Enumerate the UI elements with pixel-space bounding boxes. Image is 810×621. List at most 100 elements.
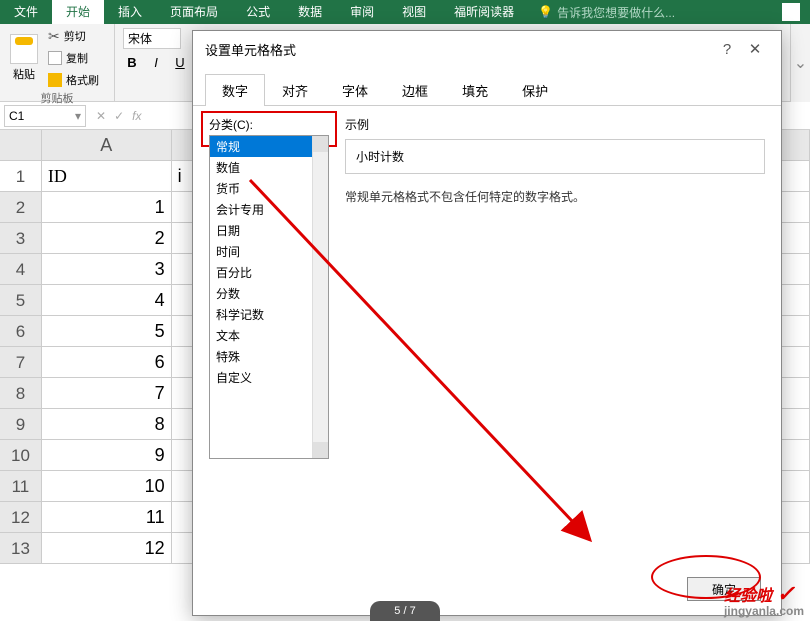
chevron-down-icon: ⌄ [794, 53, 807, 73]
cell[interactable]: 3 [42, 254, 172, 285]
name-box-value: C1 [9, 109, 24, 123]
sample-value: 小时计数 [345, 139, 765, 174]
cut-button[interactable]: ✂ 剪切 [48, 26, 99, 46]
cut-label: 剪切 [64, 28, 86, 44]
row-header[interactable]: 4 [0, 254, 42, 285]
cell[interactable]: ID [42, 161, 172, 192]
category-item[interactable]: 百分比 [210, 262, 328, 283]
format-cells-dialog: 设置单元格格式 ? ✕ 数字 对齐 字体 边框 填充 保护 分类(C): 常规数… [192, 30, 782, 616]
cell[interactable]: 1 [42, 192, 172, 223]
cell[interactable]: 11 [42, 502, 172, 533]
paste-label: 粘贴 [13, 66, 35, 82]
font-name-select[interactable]: 宋体 [123, 28, 181, 49]
category-item[interactable]: 日期 [210, 220, 328, 241]
row-header[interactable]: 7 [0, 347, 42, 378]
fx-confirm[interactable]: ✓ [114, 109, 124, 123]
tab-protection[interactable]: 保护 [505, 74, 565, 106]
category-item[interactable]: 自定义 [210, 367, 328, 388]
fx-button[interactable]: fx [132, 109, 141, 123]
tab-foxit[interactable]: 福昕阅读器 [440, 0, 528, 24]
tab-review[interactable]: 审阅 [336, 0, 388, 24]
tab-fill[interactable]: 填充 [445, 74, 505, 106]
cell[interactable]: 4 [42, 285, 172, 316]
tab-file[interactable]: 文件 [0, 0, 52, 24]
fx-cancel[interactable]: ✕ [96, 109, 106, 123]
scrollbar[interactable] [312, 136, 328, 458]
category-item[interactable]: 货币 [210, 178, 328, 199]
category-item[interactable]: 时间 [210, 241, 328, 262]
row-header[interactable]: 10 [0, 440, 42, 471]
select-all-corner[interactable] [0, 130, 42, 161]
category-item[interactable]: 会计专用 [210, 199, 328, 220]
tab-border[interactable]: 边框 [385, 74, 445, 106]
category-list[interactable]: 常规数值货币会计专用日期时间百分比分数科学记数文本特殊自定义 [209, 135, 329, 459]
bulb-icon: 💡 [538, 5, 553, 19]
help-button[interactable]: ? [713, 41, 741, 58]
tell-me-text: 告诉我您想要做什么... [557, 4, 675, 21]
ribbon-collapse[interactable] [782, 3, 810, 21]
category-item[interactable]: 文本 [210, 325, 328, 346]
watermark-url: jingyanla.com [724, 607, 804, 617]
row-header[interactable]: 13 [0, 533, 42, 564]
scissors-icon: ✂ [48, 28, 60, 45]
watermark: 经验啦 ✓ jingyanla.com [724, 581, 804, 617]
underline-button[interactable]: U [171, 53, 189, 71]
cell[interactable]: 2 [42, 223, 172, 254]
row-header[interactable]: 2 [0, 192, 42, 223]
cell[interactable]: 8 [42, 409, 172, 440]
paste-button[interactable]: 粘贴 [4, 26, 44, 90]
tab-view[interactable]: 视图 [388, 0, 440, 24]
copy-button[interactable]: 复制 [48, 48, 99, 68]
row-header[interactable]: 6 [0, 316, 42, 347]
tab-page-layout[interactable]: 页面布局 [156, 0, 232, 24]
row-header[interactable]: 3 [0, 223, 42, 254]
chevron-down-icon: ▾ [75, 109, 81, 123]
tab-data[interactable]: 数据 [284, 0, 336, 24]
tell-me[interactable]: 💡 告诉我您想要做什么... [528, 4, 675, 21]
cell[interactable]: 6 [42, 347, 172, 378]
cell[interactable]: 5 [42, 316, 172, 347]
category-item[interactable]: 特殊 [210, 346, 328, 367]
row-header[interactable]: 5 [0, 285, 42, 316]
name-box[interactable]: C1 ▾ [4, 105, 86, 127]
font-group: 宋体 B I U [115, 24, 197, 101]
clipboard-group: 粘贴 ✂ 剪切 复制 格式刷 剪贴板 [0, 24, 115, 101]
copy-label: 复制 [66, 50, 88, 66]
brush-icon [48, 73, 62, 87]
tab-number[interactable]: 数字 [205, 74, 265, 106]
bold-button[interactable]: B [123, 53, 141, 71]
ribbon-expand[interactable]: ⌄ [790, 24, 810, 102]
format-description: 常规单元格格式不包含任何特定的数字格式。 [345, 188, 765, 205]
tab-font[interactable]: 字体 [325, 74, 385, 106]
category-item[interactable]: 常规 [210, 136, 328, 157]
cell[interactable]: 12 [42, 533, 172, 564]
cell[interactable]: 10 [42, 471, 172, 502]
tab-insert[interactable]: 插入 [104, 0, 156, 24]
dialog-titlebar[interactable]: 设置单元格格式 ? ✕ [193, 31, 781, 67]
category-item[interactable]: 数值 [210, 157, 328, 178]
row-header[interactable]: 11 [0, 471, 42, 502]
cell[interactable]: 7 [42, 378, 172, 409]
italic-button[interactable]: I [147, 53, 165, 71]
row-header[interactable]: 12 [0, 502, 42, 533]
row-header[interactable]: 1 [0, 161, 42, 192]
tab-home[interactable]: 开始 [52, 0, 104, 24]
category-item[interactable]: 分数 [210, 283, 328, 304]
ribbon-tabs: 文件 开始 插入 页面布局 公式 数据 审阅 视图 福昕阅读器 💡 告诉我您想要… [0, 0, 810, 24]
close-button[interactable]: ✕ [741, 40, 769, 58]
copy-icon [48, 51, 62, 65]
dialog-title: 设置单元格格式 [205, 40, 713, 59]
tab-formulas[interactable]: 公式 [232, 0, 284, 24]
row-header[interactable]: 9 [0, 409, 42, 440]
format-painter-button[interactable]: 格式刷 [48, 70, 99, 90]
check-icon: ✓ [776, 581, 794, 606]
category-item[interactable]: 科学记数 [210, 304, 328, 325]
col-header-A[interactable]: A [42, 130, 172, 161]
row-header[interactable]: 8 [0, 378, 42, 409]
page-indicator: 5 / 7 [370, 601, 440, 621]
watermark-text: 经验啦 [724, 588, 772, 605]
dialog-tabs: 数字 对齐 字体 边框 填充 保护 [193, 73, 781, 106]
tab-alignment[interactable]: 对齐 [265, 74, 325, 106]
cell[interactable]: 9 [42, 440, 172, 471]
paste-icon [10, 34, 38, 64]
